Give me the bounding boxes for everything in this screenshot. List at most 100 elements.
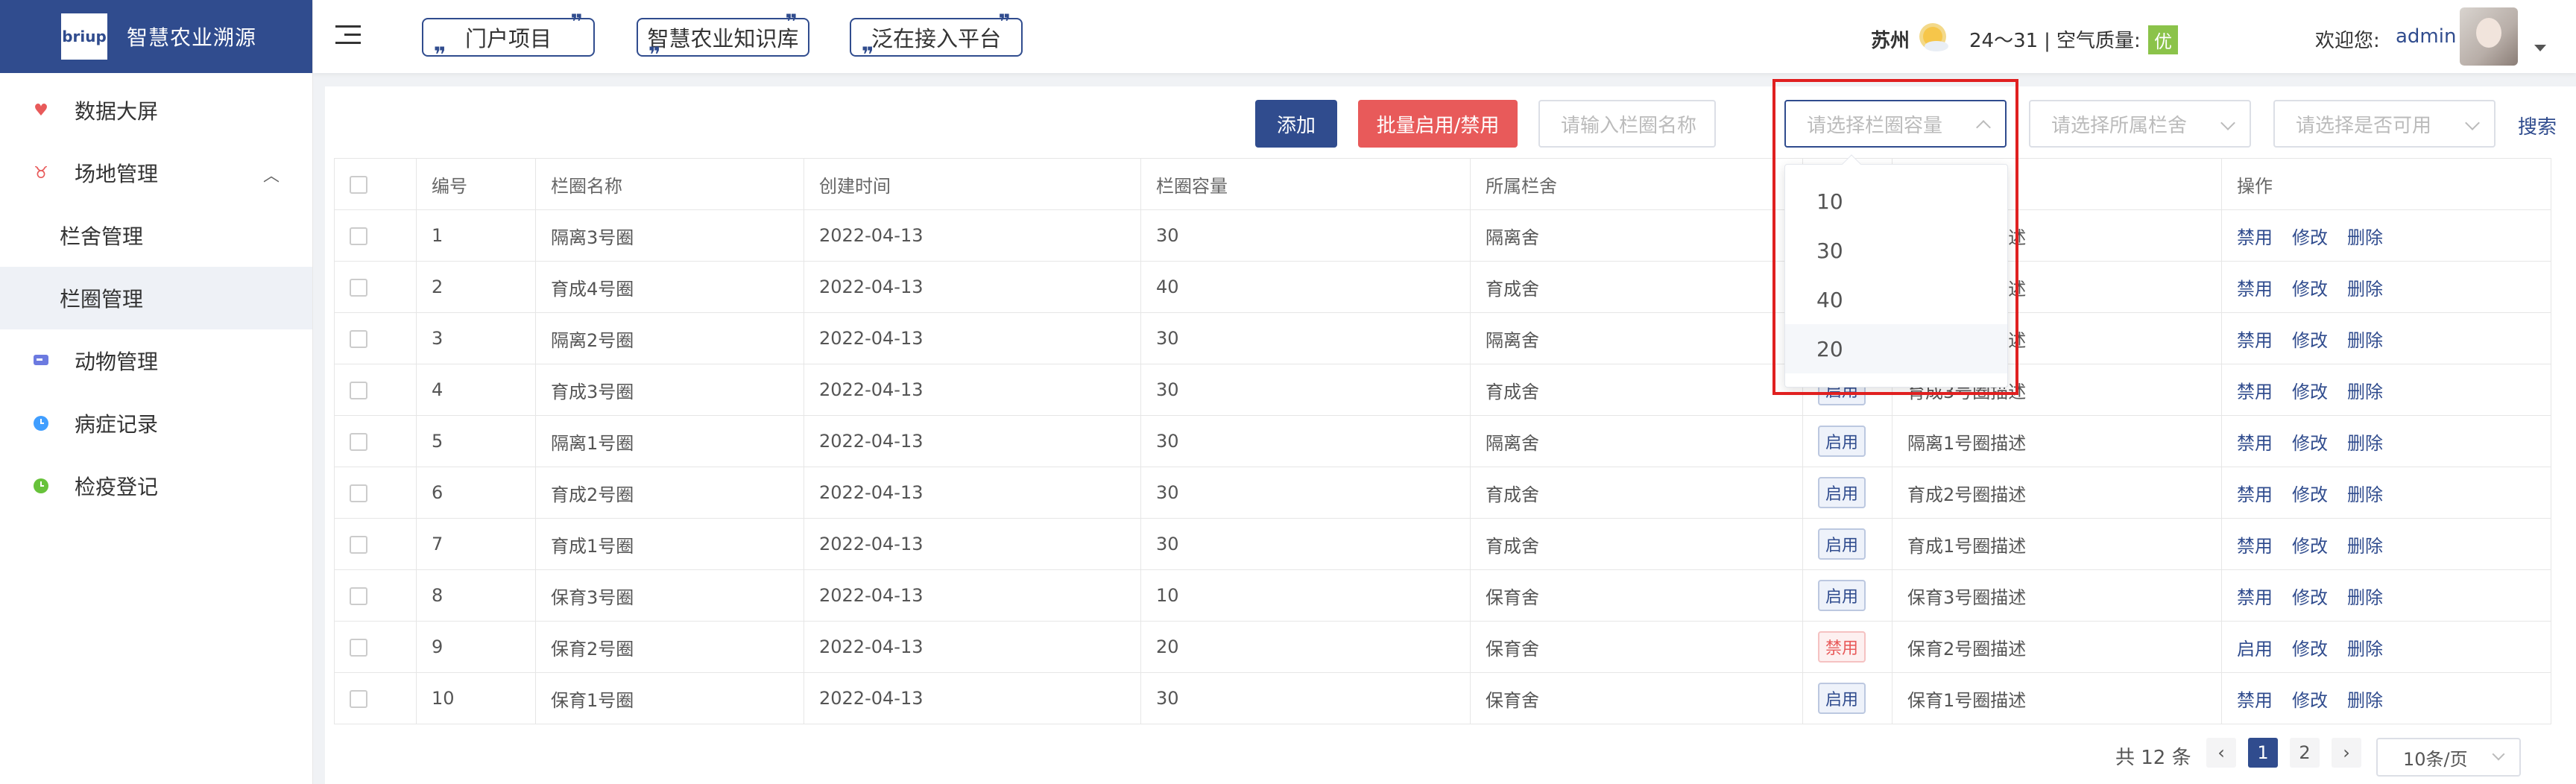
toggle-button[interactable]: 禁用 [2237, 382, 2273, 402]
brand-title: 智慧农业溯源 [127, 25, 257, 50]
nav-portal[interactable]: ❞ 门户项目 ❞ [422, 12, 595, 66]
row-checkbox[interactable] [350, 330, 367, 348]
delete-button[interactable]: 删除 [2347, 536, 2383, 557]
nav-knowledge-base[interactable]: ❞ 智慧农业知识库 ❞ [637, 12, 809, 66]
toggle-button[interactable]: 禁用 [2237, 330, 2273, 351]
toggle-button[interactable]: 禁用 [2237, 433, 2273, 454]
cell-actions: 禁用 修改 删除 [2221, 415, 2551, 467]
row-checkbox[interactable] [350, 484, 367, 502]
toggle-button[interactable]: 禁用 [2237, 690, 2273, 711]
edit-button[interactable]: 修改 [2292, 330, 2328, 351]
status-badge: 启用 [1818, 528, 1866, 560]
delete-button[interactable]: 删除 [2347, 587, 2383, 608]
col-header-created: 创建时间 [804, 158, 1141, 210]
enabled-select[interactable]: 请选择是否可用 [2273, 100, 2496, 148]
placeholder: 请选择是否可用 [2296, 114, 2432, 137]
row-checkbox[interactable] [350, 587, 367, 605]
cell-status: 禁用 [1802, 621, 1892, 673]
nav-label: 门户项目 [464, 26, 552, 51]
cell-capacity: 30 [1140, 518, 1471, 570]
row-checkbox[interactable] [350, 227, 367, 245]
search-button[interactable]: 搜索 [2518, 112, 2557, 139]
status-badge: 禁用 [1818, 631, 1866, 663]
capacity-option[interactable]: 10 [1785, 177, 2007, 226]
row-select-cell [334, 569, 417, 622]
cell-actions: 启用 修改 删除 [2221, 621, 2551, 673]
sidebar-item-animal-management[interactable]: 动物管理 [0, 329, 312, 392]
row-checkbox[interactable] [350, 433, 367, 451]
edit-button[interactable]: 修改 [2292, 433, 2328, 454]
row-checkbox[interactable] [350, 639, 367, 657]
toggle-button[interactable]: 禁用 [2237, 279, 2273, 300]
capacity-option[interactable]: 40 [1785, 275, 2007, 324]
capacity-option[interactable]: 20 [1785, 324, 2007, 373]
edit-button[interactable]: 修改 [2292, 484, 2328, 505]
pagination-next[interactable]: › [2332, 738, 2361, 768]
toggle-button[interactable]: 禁用 [2237, 227, 2273, 248]
delete-button[interactable]: 删除 [2347, 690, 2383, 711]
capacity-option[interactable]: 30 [1785, 226, 2007, 275]
batch-toggle-button[interactable]: 批量启用/禁用 [1358, 100, 1518, 148]
page-size-value: 10条/页 [2403, 748, 2468, 770]
cell-created: 2022-04-13 [804, 312, 1141, 364]
pagination-page[interactable]: 1 [2248, 738, 2278, 768]
delete-button[interactable]: 删除 [2347, 279, 2383, 300]
delete-button[interactable]: 删除 [2347, 484, 2383, 505]
row-checkbox[interactable] [350, 690, 367, 708]
chevron-down-icon [2465, 116, 2480, 130]
delete-button[interactable]: 删除 [2347, 227, 2383, 248]
delete-button[interactable]: 删除 [2347, 382, 2383, 402]
edit-button[interactable]: 修改 [2292, 690, 2328, 711]
status-badge: 启用 [1818, 683, 1866, 714]
edit-button[interactable]: 修改 [2292, 382, 2328, 402]
cell-created: 2022-04-13 [804, 261, 1141, 313]
pagination-prev[interactable]: ‹ [2206, 738, 2236, 768]
sidebar-item-quarantine[interactable]: 检疫登记 [0, 455, 312, 517]
edit-button[interactable]: 修改 [2292, 227, 2328, 248]
delete-button[interactable]: 删除 [2347, 639, 2383, 660]
edit-button[interactable]: 修改 [2292, 587, 2328, 608]
sidebar-item-barn-management[interactable]: 栏舍管理 [0, 204, 312, 267]
sidebar-item-pen-management[interactable]: 栏圈管理 [0, 267, 312, 329]
add-button[interactable]: 添加 [1255, 100, 1337, 148]
cell-status: 启用 [1802, 672, 1892, 724]
cell-capacity: 20 [1140, 621, 1471, 673]
pagination-page[interactable]: 2 [2290, 738, 2320, 768]
toggle-button[interactable]: 禁用 [2237, 536, 2273, 557]
sidebar-item-site-management[interactable]: ♉ 场地管理 ︿ [0, 142, 312, 204]
toggle-button[interactable]: 启用 [2237, 639, 2273, 660]
edit-button[interactable]: 修改 [2292, 536, 2328, 557]
cell-actions: 禁用 修改 删除 [2221, 209, 2551, 262]
header: ❞ 门户项目 ❞ ❞ 智慧农业知识库 ❞ ❞ 泛在接入平台 ❞ 苏州 24～31 | 空气质量:… [313, 0, 2576, 73]
edit-button[interactable]: 修改 [2292, 279, 2328, 300]
capacity-select[interactable]: 请选择栏圈容量 [1784, 100, 2007, 148]
row-checkbox[interactable] [350, 382, 367, 399]
sidebar-item-label: 栏圈管理 [60, 287, 144, 312]
heart-icon: ♥ [34, 101, 48, 120]
sidebar-item-disease-records[interactable]: 病症记录 [0, 392, 312, 455]
nav-access-platform[interactable]: ❞ 泛在接入平台 ❞ [850, 12, 1023, 66]
sidebar-item-dashboard[interactable]: ♥ 数据大屏 [0, 79, 312, 142]
row-select-cell [334, 672, 417, 724]
edit-button[interactable]: 修改 [2292, 639, 2328, 660]
cell-barn: 育成舍 [1470, 467, 1803, 519]
username[interactable]: admin [2396, 25, 2456, 48]
barn-select[interactable]: 请选择所属栏舍 [2029, 100, 2251, 148]
select-all-checkbox[interactable] [350, 176, 367, 194]
cell-name: 保育1号圈 [535, 672, 804, 724]
row-checkbox[interactable] [350, 536, 367, 554]
pen-name-input[interactable]: 请输入栏圈名称 [1538, 100, 1716, 148]
table-header-row: 编号 栏圈名称 创建时间 栏圈容量 所属栏舍 操作 [334, 158, 2551, 210]
menu-toggle-icon[interactable] [335, 24, 361, 46]
cell-id: 6 [416, 467, 536, 519]
delete-button[interactable]: 删除 [2347, 433, 2383, 454]
toggle-button[interactable]: 禁用 [2237, 587, 2273, 608]
page-size-select[interactable]: 10条/页 [2376, 738, 2521, 777]
avatar[interactable] [2460, 7, 2518, 66]
chevron-down-icon[interactable] [2534, 45, 2546, 51]
toggle-button[interactable]: 禁用 [2237, 484, 2273, 505]
chevron-up-icon: ︿ [262, 167, 280, 186]
row-checkbox[interactable] [350, 279, 367, 297]
sidebar-item-label: 检疫登记 [75, 475, 159, 499]
delete-button[interactable]: 删除 [2347, 330, 2383, 351]
